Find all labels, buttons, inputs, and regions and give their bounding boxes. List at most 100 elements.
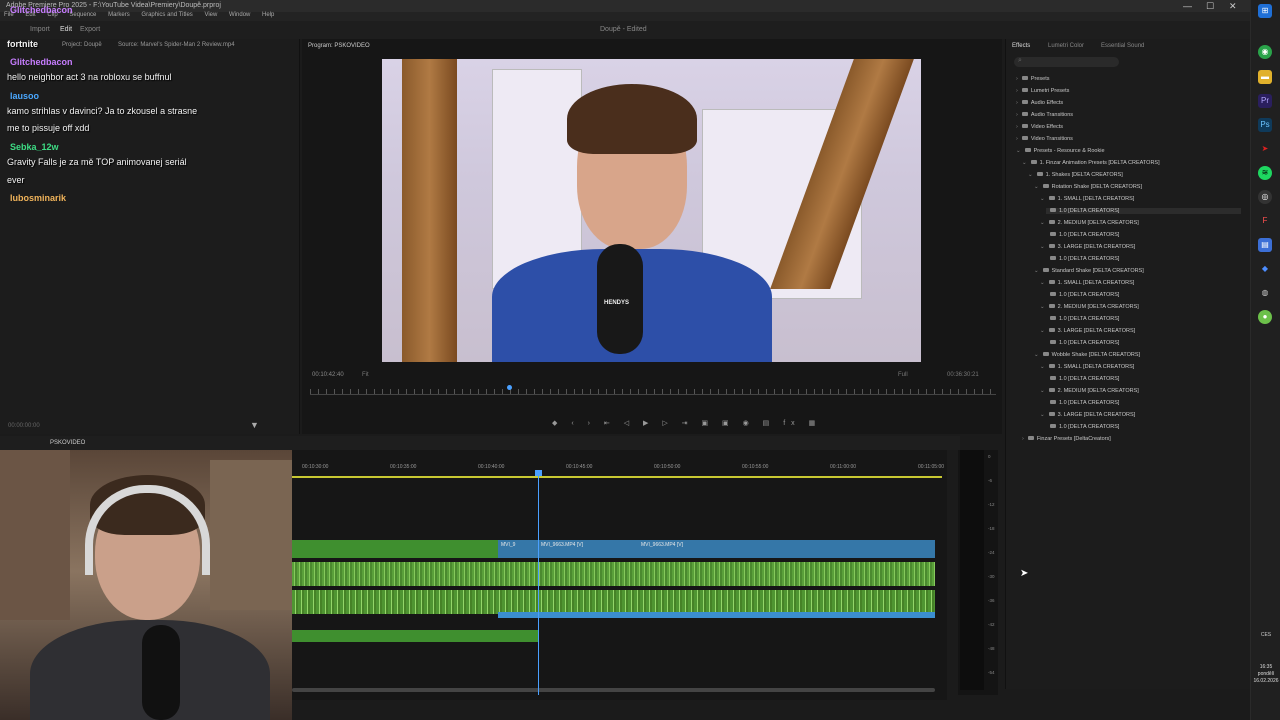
- effects-tree-item[interactable]: 1.0 [DELTA CREATORS]: [1046, 424, 1119, 430]
- effects-tree-item[interactable]: 1.0 [DELTA CREATORS]: [1046, 400, 1119, 406]
- chevron-down-icon[interactable]: ⌄: [1040, 280, 1045, 286]
- filter-icon[interactable]: ▼: [250, 420, 259, 430]
- effects-tree-item[interactable]: ⌄ 1. Shakes [DELTA CREATORS]: [1028, 172, 1123, 178]
- chevron-right-icon[interactable]: ›: [1016, 76, 1018, 82]
- start-icon[interactable]: ⊞: [1258, 4, 1272, 18]
- menu-window[interactable]: Window: [229, 12, 250, 18]
- menu-graphics[interactable]: Graphics and Titles: [141, 12, 192, 18]
- chevron-down-icon[interactable]: ⌄: [1022, 160, 1027, 166]
- app-icon[interactable]: ◆: [1258, 262, 1272, 276]
- audio-clip[interactable]: [292, 590, 935, 614]
- effects-tree-item[interactable]: › Video Transitions: [1016, 136, 1073, 142]
- chevron-down-icon[interactable]: ⌄: [1040, 328, 1045, 334]
- tab-project[interactable]: Project: Doupě: [62, 42, 102, 48]
- app-icon[interactable]: ●: [1258, 310, 1272, 324]
- chevron-right-icon[interactable]: ›: [1016, 136, 1018, 142]
- video-clip[interactable]: MVI_9663.MP4 [V]: [538, 540, 638, 558]
- program-video-frame[interactable]: HENDYS: [382, 59, 921, 362]
- effects-tree-item[interactable]: ⌄ 1. Finzar Animation Presets [DELTA CREA…: [1022, 160, 1160, 166]
- tab-sequence[interactable]: PSKOVIDEO: [50, 440, 85, 446]
- effects-tree-item[interactable]: ⌄ 2. MEDIUM [DELTA CREATORS]: [1040, 388, 1139, 394]
- spotify-icon[interactable]: ≋: [1258, 166, 1272, 180]
- timeline-playhead[interactable]: [538, 470, 539, 695]
- menu-help[interactable]: Help: [262, 12, 274, 18]
- effects-tree-item[interactable]: › Finzar Presets [DeltaCreators]: [1022, 436, 1111, 442]
- chevron-down-icon[interactable]: ⌄: [1040, 244, 1045, 250]
- effects-tree-item[interactable]: ⌄ 2. MEDIUM [DELTA CREATORS]: [1040, 220, 1139, 226]
- chevron-down-icon[interactable]: ⌄: [1040, 196, 1045, 202]
- chevron-down-icon[interactable]: ⌄: [1034, 184, 1039, 190]
- clock[interactable]: 16:35 pondělí 16.02.2026: [1253, 664, 1279, 685]
- folder-icon[interactable]: ▬: [1258, 70, 1272, 84]
- effects-tree-item[interactable]: 1.0 [DELTA CREATORS]: [1046, 292, 1119, 298]
- chevron-down-icon[interactable]: ⌄: [1034, 352, 1039, 358]
- chevron-right-icon[interactable]: ›: [1016, 112, 1018, 118]
- chrome-icon[interactable]: ◉: [1258, 45, 1272, 59]
- tab-essential-sound[interactable]: Essential Sound: [1101, 43, 1144, 49]
- audio-clip[interactable]: [292, 562, 935, 586]
- premiere-icon[interactable]: Pr: [1258, 94, 1272, 108]
- effects-tree-item[interactable]: 1.0 [DELTA CREATORS]: [1046, 232, 1119, 238]
- tab-export[interactable]: Export: [80, 26, 100, 33]
- chevron-down-icon[interactable]: ⌄: [1040, 388, 1045, 394]
- language-indicator[interactable]: CES: [1253, 632, 1279, 638]
- effects-tree-item[interactable]: ⌄ 2. MEDIUM [DELTA CREATORS]: [1040, 304, 1139, 310]
- effects-tree-item[interactable]: ⌄ Standard Shake [DELTA CREATORS]: [1034, 268, 1144, 274]
- video-clip[interactable]: MVI_9: [498, 540, 538, 558]
- effects-tree-item[interactable]: ⌄ 1. SMALL [DELTA CREATORS]: [1040, 364, 1134, 370]
- app-icon[interactable]: ◍: [1258, 286, 1272, 300]
- minimize-button[interactable]: —: [1183, 1, 1192, 11]
- close-button[interactable]: ✕: [1229, 1, 1237, 12]
- video-clip[interactable]: MVI_9663.MP4 [V]: [638, 540, 935, 558]
- obs-icon[interactable]: ◎: [1258, 190, 1272, 204]
- effects-tree-item[interactable]: 1.0 [DELTA CREATORS]: [1046, 256, 1119, 262]
- effects-tree-item[interactable]: ⌄ 3. LARGE [DELTA CREATORS]: [1040, 328, 1135, 334]
- effects-tree-item[interactable]: › Video Effects: [1016, 124, 1063, 130]
- chevron-right-icon[interactable]: ›: [1016, 100, 1018, 106]
- effects-tree-item[interactable]: › Presets: [1016, 76, 1050, 82]
- tab-edit[interactable]: Edit: [60, 26, 72, 33]
- app-icon[interactable]: F: [1258, 214, 1272, 228]
- work-area-bar[interactable]: [292, 476, 942, 478]
- program-time-ruler[interactable]: [310, 389, 996, 395]
- effects-tree-item[interactable]: › Lumetri Presets: [1016, 88, 1069, 94]
- music-clip[interactable]: [292, 630, 538, 642]
- tab-source[interactable]: Source: Marvel's Spider-Man 2 Review.mp4: [118, 42, 235, 48]
- menu-markers[interactable]: Markers: [108, 12, 130, 18]
- chevron-down-icon[interactable]: ⌄: [1028, 172, 1033, 178]
- effects-tree-item[interactable]: › Audio Effects: [1016, 100, 1063, 106]
- chevron-down-icon[interactable]: ⌄: [1040, 304, 1045, 310]
- chevron-down-icon[interactable]: ⌄: [1040, 220, 1045, 226]
- photoshop-icon[interactable]: Ps: [1258, 118, 1272, 132]
- chevron-right-icon[interactable]: ›: [1016, 124, 1018, 130]
- timeline-ruler[interactable]: 00:10:30:00 00:10:35:00 00:10:40:00 00:1…: [292, 462, 947, 476]
- audio-clip[interactable]: [498, 612, 935, 618]
- video-clip[interactable]: [292, 540, 498, 558]
- program-playhead[interactable]: [507, 385, 512, 390]
- effects-tree-item[interactable]: 1.0 [DELTA CREATORS]: [1046, 376, 1119, 382]
- chevron-down-icon[interactable]: ⌄: [1040, 364, 1045, 370]
- resolution-dropdown[interactable]: Full: [898, 372, 908, 378]
- effects-tree-item[interactable]: 1.0 [DELTA CREATORS]: [1046, 340, 1119, 346]
- effects-tree-item[interactable]: ⌄ Presets - Resource & Rookie: [1016, 148, 1105, 154]
- effects-tree-item[interactable]: › Audio Transitions: [1016, 112, 1073, 118]
- tab-import[interactable]: Import: [30, 26, 50, 33]
- effects-tree-item[interactable]: 1.0 [DELTA CREATORS]: [1046, 316, 1119, 322]
- tab-lumetri-color[interactable]: Lumetri Color: [1048, 43, 1084, 49]
- playhead-timecode[interactable]: 00:10:42:40: [312, 372, 344, 378]
- menu-view[interactable]: View: [204, 12, 217, 18]
- effects-tree-item[interactable]: 1.0 [DELTA CREATORS]: [1046, 208, 1241, 214]
- arrow-app-icon[interactable]: ➤: [1258, 142, 1272, 156]
- effects-tree-item[interactable]: ⌄ 1. SMALL [DELTA CREATORS]: [1040, 196, 1134, 202]
- effects-tree-item[interactable]: ⌄ 3. LARGE [DELTA CREATORS]: [1040, 244, 1135, 250]
- tab-effects[interactable]: Effects: [1012, 43, 1030, 49]
- menu-sequence[interactable]: Sequence: [69, 12, 96, 18]
- chevron-down-icon[interactable]: ⌄: [1034, 268, 1039, 274]
- effects-search-input[interactable]: ⌕: [1014, 57, 1119, 67]
- effects-tree-item[interactable]: ⌄ Rotation Shake [DELTA CREATORS]: [1034, 184, 1142, 190]
- chevron-down-icon[interactable]: ⌄: [1016, 148, 1021, 154]
- chevron-right-icon[interactable]: ›: [1022, 436, 1024, 442]
- effects-tree-item[interactable]: ⌄ 3. LARGE [DELTA CREATORS]: [1040, 412, 1135, 418]
- chevron-right-icon[interactable]: ›: [1016, 88, 1018, 94]
- effects-tree-item[interactable]: ⌄ Wobble Shake [DELTA CREATORS]: [1034, 352, 1140, 358]
